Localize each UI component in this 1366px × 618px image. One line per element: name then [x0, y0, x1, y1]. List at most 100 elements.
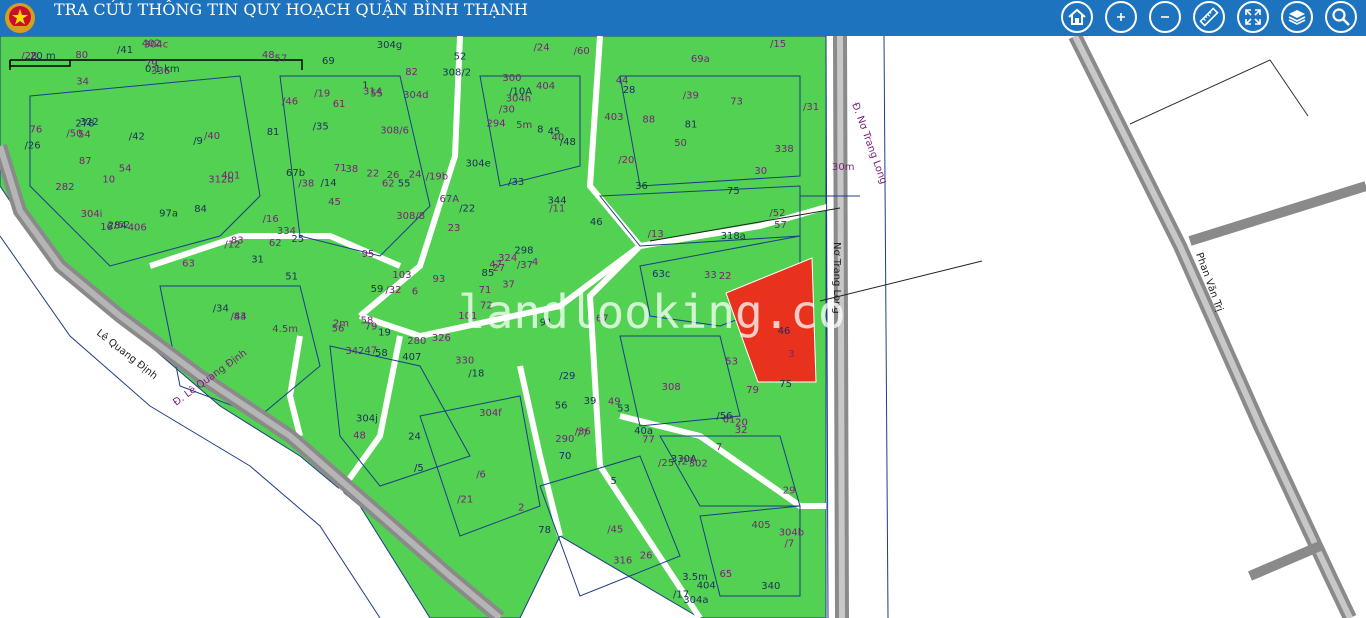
- parcel-label: 62: [382, 179, 395, 190]
- parcel-label: 47: [365, 346, 378, 357]
- parcel-label: 59: [371, 284, 384, 295]
- parcel-label: /46: [282, 97, 298, 108]
- parcel-label: /11: [549, 204, 565, 215]
- parcel-label: /35: [313, 121, 329, 132]
- parcel-label: 326: [432, 333, 451, 344]
- parcel-label: /34: [213, 304, 229, 315]
- parcel-label: 75: [727, 186, 740, 197]
- ruler-icon: [1199, 7, 1219, 27]
- parcel-label: /18: [468, 369, 484, 380]
- parcel-label: 7: [716, 442, 722, 453]
- search-button[interactable]: [1325, 1, 1357, 33]
- parcel-label: /52: [769, 208, 785, 219]
- zoom-out-icon: [1161, 16, 1169, 18]
- parcel-label: 31: [251, 254, 264, 265]
- parcel-label: /14: [321, 178, 337, 189]
- parcel-label: /22: [459, 203, 475, 214]
- parcel-label: 308/6: [380, 126, 409, 137]
- parcel-label: 28: [623, 85, 636, 96]
- parcel-label: 316: [613, 556, 632, 567]
- parcel-label: 24: [408, 432, 421, 443]
- measure-button[interactable]: [1193, 1, 1225, 33]
- parcel-label: 36: [635, 181, 648, 192]
- zoom-in-icon: [1117, 13, 1125, 21]
- parcel-label: /5: [414, 463, 424, 474]
- parcel-label: 304i: [81, 209, 103, 220]
- parcel-label: /13: [648, 229, 664, 240]
- parcel-label: 73: [730, 97, 743, 108]
- parcel-label: 16: [100, 222, 113, 233]
- parcel-label: 405: [752, 520, 771, 531]
- parcel-label: /21: [457, 494, 473, 505]
- parcel-label: 67b: [286, 168, 305, 179]
- road-label-d-no-trang-long: Đ. Nơ Trang Long: [849, 101, 889, 185]
- parcel-label: 56: [555, 400, 568, 411]
- parcel-label: 314: [363, 86, 382, 97]
- parcel-label: /29: [559, 371, 575, 382]
- parcel-label: /17: [673, 589, 689, 600]
- parcel-label: 78: [538, 525, 551, 536]
- parcel-label: 53: [725, 356, 738, 367]
- parcel-label: 340: [761, 581, 780, 592]
- planning-map[interactable]: 20 m 0.1 km Lê Quang Định Đ. Lê Quang Đị…: [0, 36, 1366, 618]
- parcel-label: 76: [30, 125, 43, 136]
- parcel-label: /31: [803, 102, 819, 113]
- parcel-label: 308: [662, 382, 681, 393]
- parcel-label: 81: [267, 127, 280, 138]
- top-bar: TRA CỨU THÔNG TIN QUY HOẠCH QUẬN BÌNH TH…: [0, 0, 1366, 36]
- parcel-label: 51: [285, 272, 298, 283]
- parcel-label: 38: [346, 164, 359, 175]
- parcel-label: /42: [129, 132, 145, 143]
- parcel-label: 79: [145, 59, 158, 70]
- parcel-label: 2: [518, 503, 524, 514]
- parcel-label: 55: [398, 178, 411, 189]
- parcel-label: 69a: [691, 54, 710, 65]
- parcel-label: /25: [658, 458, 674, 469]
- parcel-label: 282: [55, 182, 74, 193]
- parcel-label: /33: [508, 177, 524, 188]
- parcel-label: /38: [298, 178, 314, 189]
- parcel-label: 308/8: [396, 211, 425, 222]
- watermark: landlooking.com: [458, 285, 873, 339]
- parcel-label: 26: [640, 550, 653, 561]
- fullscreen-icon: [1245, 9, 1261, 25]
- parcel-label: 93: [433, 274, 446, 285]
- parcel-label: /20: [618, 155, 634, 166]
- zoom-in-button[interactable]: [1105, 1, 1137, 33]
- parcel-label: 49: [608, 397, 621, 408]
- parcel-label: 5: [611, 476, 617, 487]
- parcel-label: 70: [559, 451, 572, 462]
- parcel-label: /62: [114, 220, 130, 231]
- parcel-label: 2m: [333, 319, 349, 330]
- parcel-label: 83: [231, 236, 244, 247]
- parcel-label: 84: [194, 204, 207, 215]
- parcel-label: 75: [779, 379, 792, 390]
- parcel-label: 294: [487, 118, 506, 129]
- parcel-label: /6: [476, 470, 486, 481]
- home-button[interactable]: [1061, 1, 1093, 33]
- parcel-label: 45: [328, 197, 341, 208]
- parcel-label: 48: [262, 50, 275, 61]
- parcel-label: 69: [322, 56, 335, 67]
- parcel-label: 312b: [208, 175, 233, 186]
- parcel-label: 82: [405, 67, 418, 78]
- layers-button[interactable]: [1281, 1, 1313, 33]
- fullscreen-button[interactable]: [1237, 1, 1269, 33]
- parcel-label: 5m: [516, 120, 532, 131]
- parcel-label: /7: [785, 538, 795, 549]
- parcel-label: 58: [361, 316, 374, 327]
- parcel-label: /37: [517, 260, 533, 271]
- parcel-label: 308/2: [442, 68, 471, 79]
- parcel-label: 304g: [377, 40, 402, 51]
- parcel-label: 406: [128, 222, 147, 233]
- parcel-label: 46: [590, 217, 603, 228]
- parcel-label: /50: [66, 128, 82, 139]
- parcel-label: 338: [775, 144, 794, 155]
- parcel-label: 304d: [403, 90, 428, 101]
- parcel-label: 6: [412, 287, 418, 298]
- parcel-label: 65: [720, 569, 733, 580]
- parcel-label: 32: [735, 425, 748, 436]
- parcel-label: 24: [409, 170, 422, 181]
- parcel-label: 57: [275, 53, 288, 64]
- zoom-out-button[interactable]: [1149, 1, 1181, 33]
